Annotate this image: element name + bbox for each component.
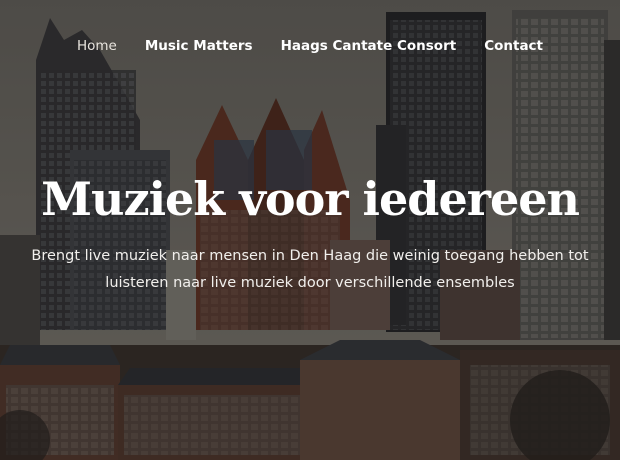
nav-contact-link[interactable]: Contact (484, 36, 543, 56)
hero-subtitle: Brengt live muziek naar mensen in Den Ha… (31, 248, 589, 291)
nav-haags-cantate-consort-link[interactable]: Haags Cantate Consort (281, 36, 457, 56)
nav-music-matters-link[interactable]: Music Matters (145, 36, 253, 56)
hero-section: Home Music Matters Haags Cantate Consort… (0, 0, 620, 460)
nav-home-link[interactable]: Home (77, 36, 117, 56)
main-navigation: Home Music Matters Haags Cantate Consort… (0, 36, 620, 56)
hero-title: Muziek voor iedereen (41, 172, 580, 226)
